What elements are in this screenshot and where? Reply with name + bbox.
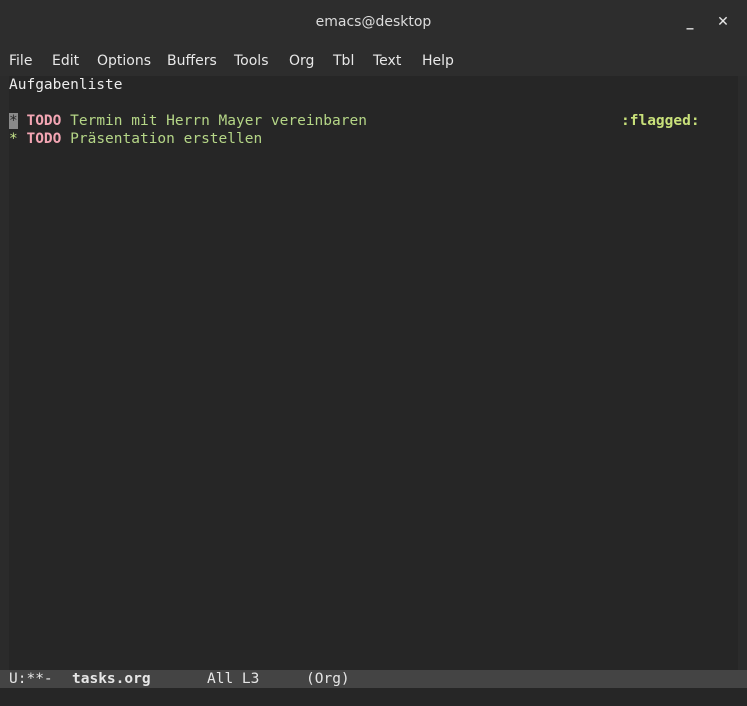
menu-help[interactable]: Help: [422, 53, 454, 69]
menu-tools[interactable]: Tools: [234, 53, 269, 69]
heading-star-cursor: *: [9, 113, 18, 129]
title-bar[interactable]: emacs@desktop _ ✕: [0, 0, 747, 46]
emacs-window: emacs@desktop _ ✕ File Edit Options Buff…: [0, 0, 747, 706]
document-title-line[interactable]: Aufgabenliste: [9, 76, 123, 94]
todo-keyword: TODO: [26, 131, 62, 147]
echo-area[interactable]: [0, 688, 747, 706]
menu-tbl[interactable]: Tbl: [333, 53, 354, 69]
heading-tag: :flagged:: [621, 113, 700, 129]
menu-buffers[interactable]: Buffers: [167, 53, 217, 69]
buffer-name[interactable]: tasks.org: [72, 670, 151, 688]
org-heading-2[interactable]: * TODO Präsentation erstellen: [9, 130, 262, 148]
mode-line[interactable]: U:**- tasks.org All L3 (Org): [0, 670, 747, 688]
left-fringe: [0, 76, 9, 670]
menu-bar: File Edit Options Buffers Tools Org Tbl …: [0, 46, 747, 76]
right-fringe: [738, 76, 747, 670]
menu-org[interactable]: Org: [289, 53, 314, 69]
close-icon[interactable]: ✕: [713, 12, 733, 32]
buffer-position: All L3: [207, 671, 260, 687]
menu-options[interactable]: Options: [97, 53, 151, 69]
window-title: emacs@desktop: [315, 14, 432, 30]
todo-keyword: TODO: [26, 113, 62, 129]
major-mode[interactable]: (Org): [306, 670, 350, 688]
heading-text: Präsentation erstellen: [70, 131, 263, 147]
menu-file[interactable]: File: [9, 53, 32, 69]
menu-edit[interactable]: Edit: [52, 53, 79, 69]
minimize-icon[interactable]: _: [680, 12, 700, 32]
heading-text: Termin mit Herrn Mayer vereinbaren: [70, 113, 367, 129]
menu-text[interactable]: Text: [373, 53, 401, 69]
heading-star: *: [9, 131, 18, 147]
editor-buffer[interactable]: Aufgabenliste * TODO Termin mit Herrn Ma…: [0, 76, 747, 670]
org-heading-1[interactable]: * TODO Termin mit Herrn Mayer vereinbare…: [9, 112, 367, 130]
buffer-state: U:**-: [9, 671, 53, 687]
